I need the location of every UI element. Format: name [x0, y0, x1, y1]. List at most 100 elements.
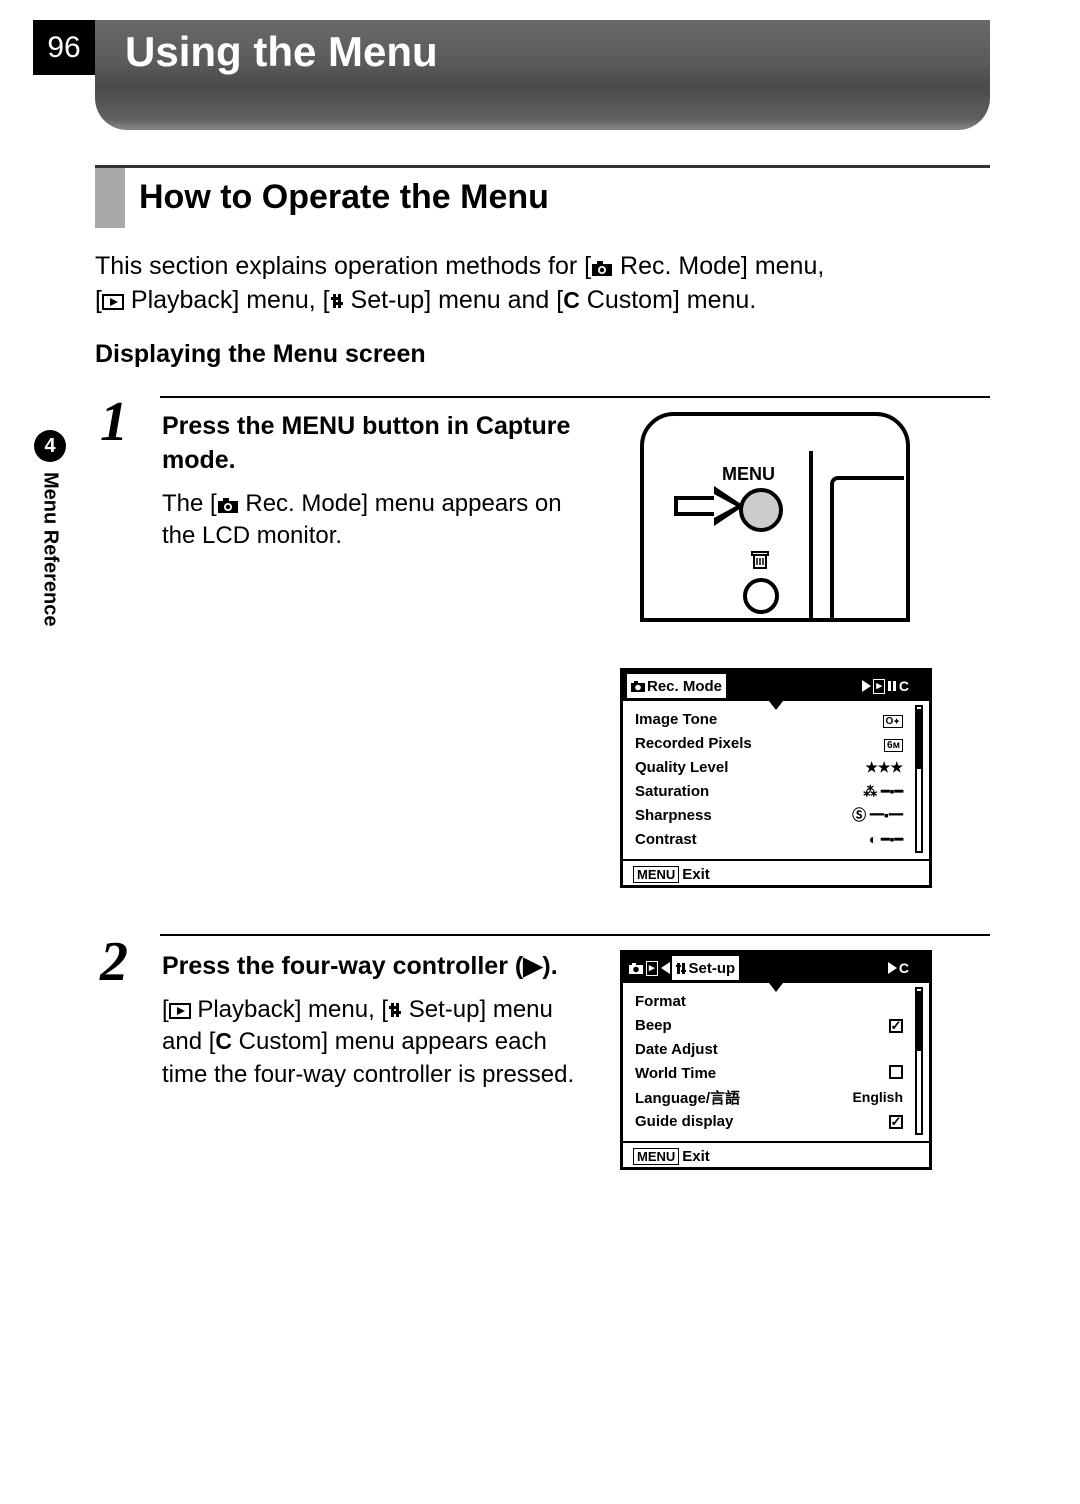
camera-icon — [591, 260, 613, 276]
row-label: Language/言語 — [635, 1087, 740, 1108]
lcd-tab-label: Set-up — [689, 960, 736, 977]
custom-c-icon: C — [563, 287, 580, 313]
lcd-inactive-tabs: ▸ C — [862, 678, 929, 694]
side-tab: 4 Menu Reference — [33, 430, 67, 627]
step-1-title: Press the MENU button in Capture mode. — [162, 410, 592, 478]
lcd-row: Guide display ✓ — [635, 1109, 903, 1133]
row-value: Ⓢ ━▪━ — [852, 805, 903, 825]
step-2-body: Press the four-way controller (▶). [ Pla… — [162, 950, 592, 1091]
step-1-desc: The [ Rec. Mode] menu appears on the LCD… — [162, 488, 592, 553]
side-tab-label: Menu Reference — [39, 472, 62, 627]
intro-text-part: Playback] menu, [ — [124, 286, 330, 314]
row-value: ✓ — [889, 1017, 903, 1033]
rule — [160, 934, 990, 936]
trash-button — [743, 578, 779, 614]
chapter-title: Using the Menu — [95, 20, 990, 130]
row-label: Guide display — [635, 1113, 733, 1130]
lcd-row: Saturation ⁂ ━▪━ — [635, 779, 903, 803]
intro-text-part: Set-up] menu and [ — [344, 286, 564, 314]
row-value: ✓ — [889, 1113, 903, 1129]
lcd-footer: MENUExit — [623, 859, 929, 887]
lcd-tab-label: Rec. Mode — [647, 678, 722, 695]
row-label: Image Tone — [635, 711, 717, 728]
lcd-inactive-tabs-right: C — [888, 960, 929, 976]
camera-illustration: MENU — [620, 402, 930, 632]
text: Playback] menu, [ — [191, 996, 388, 1023]
heading-bar — [95, 168, 125, 228]
trash-icon — [749, 548, 771, 576]
step-number-2: 2 — [100, 930, 128, 994]
text: [ — [162, 996, 169, 1023]
row-label: Sharpness — [635, 807, 712, 824]
lcd-header: ▸ Set-up C — [623, 953, 929, 983]
lcd-row: Beep ✓ — [635, 1013, 903, 1037]
row-value: O✦ — [883, 711, 903, 727]
step-number-1: 1 — [100, 390, 128, 454]
row-value: English — [852, 1089, 903, 1105]
setup-icon — [330, 292, 344, 310]
footer-label: Exit — [682, 866, 710, 883]
row-value: ◐ ━▪━ — [869, 831, 903, 848]
playback-icon — [169, 1003, 191, 1019]
page-number: 96 — [33, 20, 95, 75]
lcd-setup: ▸ Set-up C Format Beep ✓ Date Adjust Worl… — [620, 950, 932, 1170]
rule — [160, 396, 990, 398]
step-2-title: Press the four-way controller (▶). — [162, 950, 592, 984]
lcd-row: Image Tone O✦ — [635, 707, 903, 731]
lcd-row: Language/言語 English — [635, 1085, 903, 1109]
row-label: Recorded Pixels — [635, 735, 752, 752]
subhead: Displaying the Menu screen — [95, 340, 426, 369]
intro-text: This section explains operation methods … — [95, 250, 990, 318]
lcd-row: Recorded Pixels 6ᴍ — [635, 731, 903, 755]
intro-text-part: Rec. Mode] menu, — [613, 252, 824, 280]
row-label: Format — [635, 993, 686, 1010]
row-label: Beep — [635, 1017, 672, 1034]
intro-text-part: This section explains operation methods … — [95, 252, 591, 280]
menu-button — [739, 488, 783, 532]
menu-button-box: MENU — [633, 1148, 679, 1165]
menu-button-box: MENU — [633, 866, 679, 883]
lcd-rows: Format Beep ✓ Date Adjust World Time Lang… — [623, 983, 929, 1141]
menu-word: MENU — [282, 412, 356, 440]
lcd-row: Contrast ◐ ━▪━ — [635, 827, 903, 851]
intro-text-part: [ — [95, 286, 102, 314]
row-value: ★★★ — [865, 759, 903, 776]
menu-button-label: MENU — [722, 464, 775, 485]
step-2-desc: [ Playback] menu, [ Set-up] menu and [C … — [162, 994, 592, 1091]
row-label: Saturation — [635, 783, 709, 800]
lcd-row: Sharpness Ⓢ ━▪━ — [635, 803, 903, 827]
scrollbar — [915, 705, 923, 853]
lcd-footer: MENUExit — [623, 1141, 929, 1169]
lcd-row: Quality Level ★★★ — [635, 755, 903, 779]
lcd-row: Date Adjust — [635, 1037, 903, 1061]
intro-text-part: Custom] menu. — [580, 286, 756, 314]
row-value: 6ᴍ — [884, 735, 903, 751]
row-label: World Time — [635, 1065, 716, 1082]
step-1-body: Press the MENU button in Capture mode. T… — [162, 410, 592, 552]
setup-icon — [388, 1001, 402, 1019]
lcd-rec-mode: Rec. Mode ▸ C Image Tone O✦ Recorded Pixe… — [620, 668, 932, 888]
lcd-row: Format — [635, 989, 903, 1013]
section-title: How to Operate the Menu — [125, 168, 549, 228]
lcd-active-tab: Set-up — [672, 956, 740, 980]
scrollbar — [915, 987, 923, 1135]
lcd-active-tab: Rec. Mode — [627, 674, 726, 698]
lcd-inactive-tabs-left: ▸ — [623, 961, 670, 976]
lcd-row: World Time — [635, 1061, 903, 1085]
playback-icon — [102, 294, 124, 310]
footer-label: Exit — [682, 1148, 710, 1165]
row-value — [889, 1065, 903, 1082]
text: Press the — [162, 412, 282, 440]
arrow-icon — [674, 486, 744, 536]
row-value: ⁂ ━▪━ — [863, 783, 903, 800]
text: The [ — [162, 490, 217, 517]
lcd-header: Rec. Mode ▸ C — [623, 671, 929, 701]
row-label: Contrast — [635, 831, 697, 848]
row-label: Quality Level — [635, 759, 728, 776]
camera-icon — [217, 497, 239, 513]
row-label: Date Adjust — [635, 1041, 718, 1058]
custom-c-icon: C — [215, 1028, 232, 1054]
side-tab-number: 4 — [34, 430, 66, 462]
section-heading: How to Operate the Menu — [95, 165, 990, 228]
lcd-rows: Image Tone O✦ Recorded Pixels 6ᴍ Quality L… — [623, 701, 929, 859]
